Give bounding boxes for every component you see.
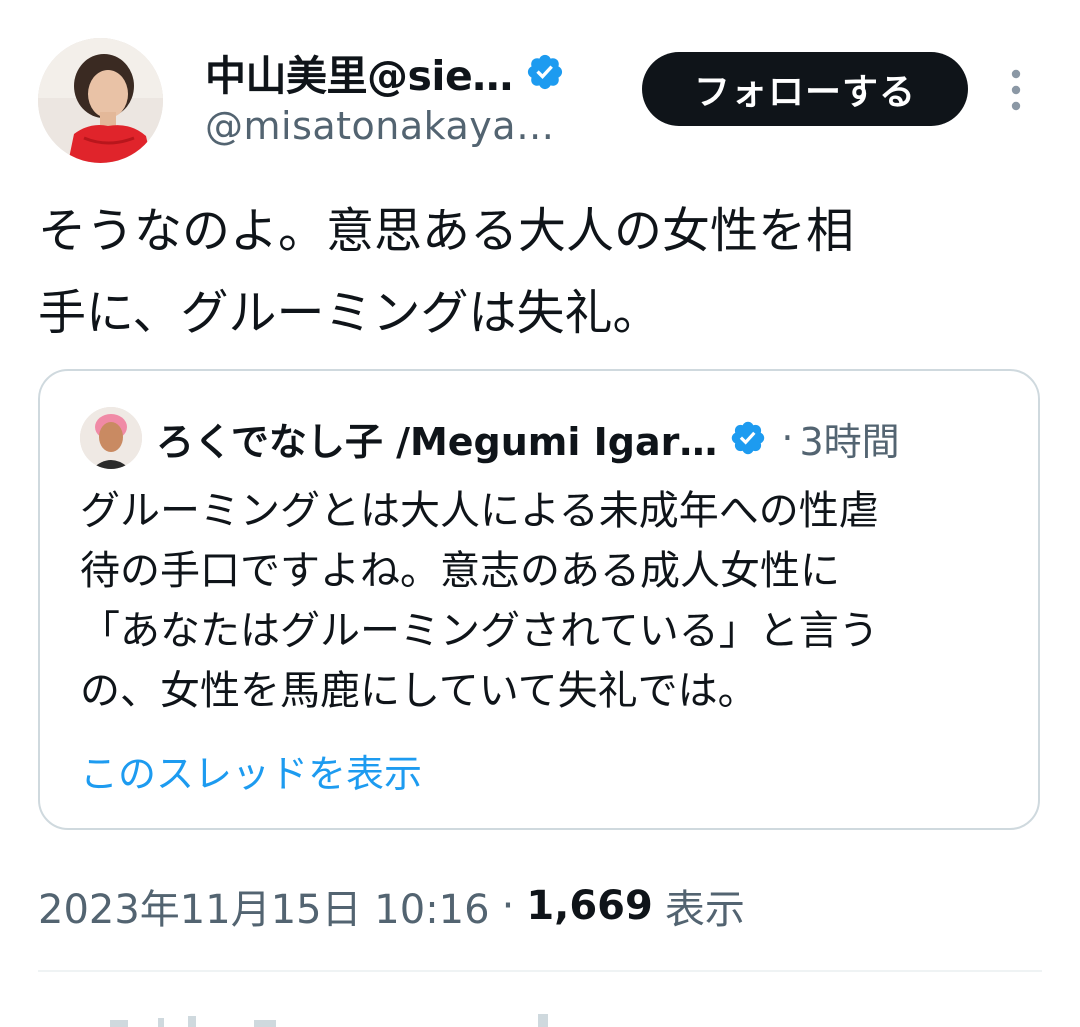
tweet-meta: 2023年11月15日 10:16 · 1,669 表示 bbox=[38, 876, 745, 936]
quote-text-line: 待の手口ですよね。意志のある成人女性に bbox=[80, 548, 840, 594]
quoted-tweet-card[interactable]: ろくでなし子 /Megumi Igar… · 3時間 グルーミングとは大人による… bbox=[38, 369, 1040, 830]
quote-timestamp: 3時間 bbox=[799, 419, 900, 464]
author-handle[interactable]: @misatonakaya… bbox=[205, 104, 555, 148]
quote-text-line: の、女性を馬鹿にしていて失礼では。 bbox=[80, 668, 758, 714]
author-avatar-image bbox=[38, 38, 163, 163]
quote-header: ろくでなし子 /Megumi Igar… · 3時間 bbox=[156, 409, 900, 467]
author-avatar[interactable] bbox=[38, 38, 163, 163]
quote-text-line: グルーミングとは大人による未成年への性虐 bbox=[80, 488, 879, 534]
quote-separator: · bbox=[781, 416, 794, 460]
tweet-text-line: 手に、グルーミングは失礼。 bbox=[38, 285, 661, 341]
verified-badge-icon bbox=[527, 54, 562, 90]
quote-author-name: ろくでなし子 /Megumi Igar… bbox=[156, 419, 718, 464]
divider bbox=[38, 970, 1042, 972]
views-count: 1,669 bbox=[526, 883, 653, 929]
quote-avatar-image bbox=[80, 407, 142, 469]
author-display-name[interactable]: 中山美里@sie… bbox=[205, 42, 513, 102]
quote-text: グルーミングとは大人による未成年への性虐 待の手口ですよね。意志のある成人女性に… bbox=[80, 481, 1020, 721]
author-name-row[interactable]: 中山美里@sie… bbox=[205, 44, 565, 100]
tweet-text-line: そうなのよ。意思ある大人の女性を相 bbox=[38, 203, 855, 259]
next-row-fragment bbox=[110, 1014, 548, 1027]
show-thread-link[interactable]: このスレッドを表示 bbox=[80, 743, 422, 798]
tweet-text: そうなのよ。意思ある大人の女性を相 手に、グルーミングは失礼。 bbox=[38, 190, 1038, 354]
views-label: 表示 bbox=[664, 887, 745, 933]
quote-text-line: 「あなたはグルーミングされている」と言う bbox=[80, 608, 879, 654]
tweet-timestamp[interactable]: 2023年11月15日 10:16 bbox=[38, 877, 490, 935]
follow-button[interactable]: フォローする bbox=[642, 52, 968, 126]
meta-separator: · bbox=[501, 883, 515, 929]
verified-badge-icon bbox=[732, 421, 765, 455]
quote-author-avatar bbox=[80, 407, 142, 469]
more-vertical-icon[interactable] bbox=[1004, 68, 1028, 112]
